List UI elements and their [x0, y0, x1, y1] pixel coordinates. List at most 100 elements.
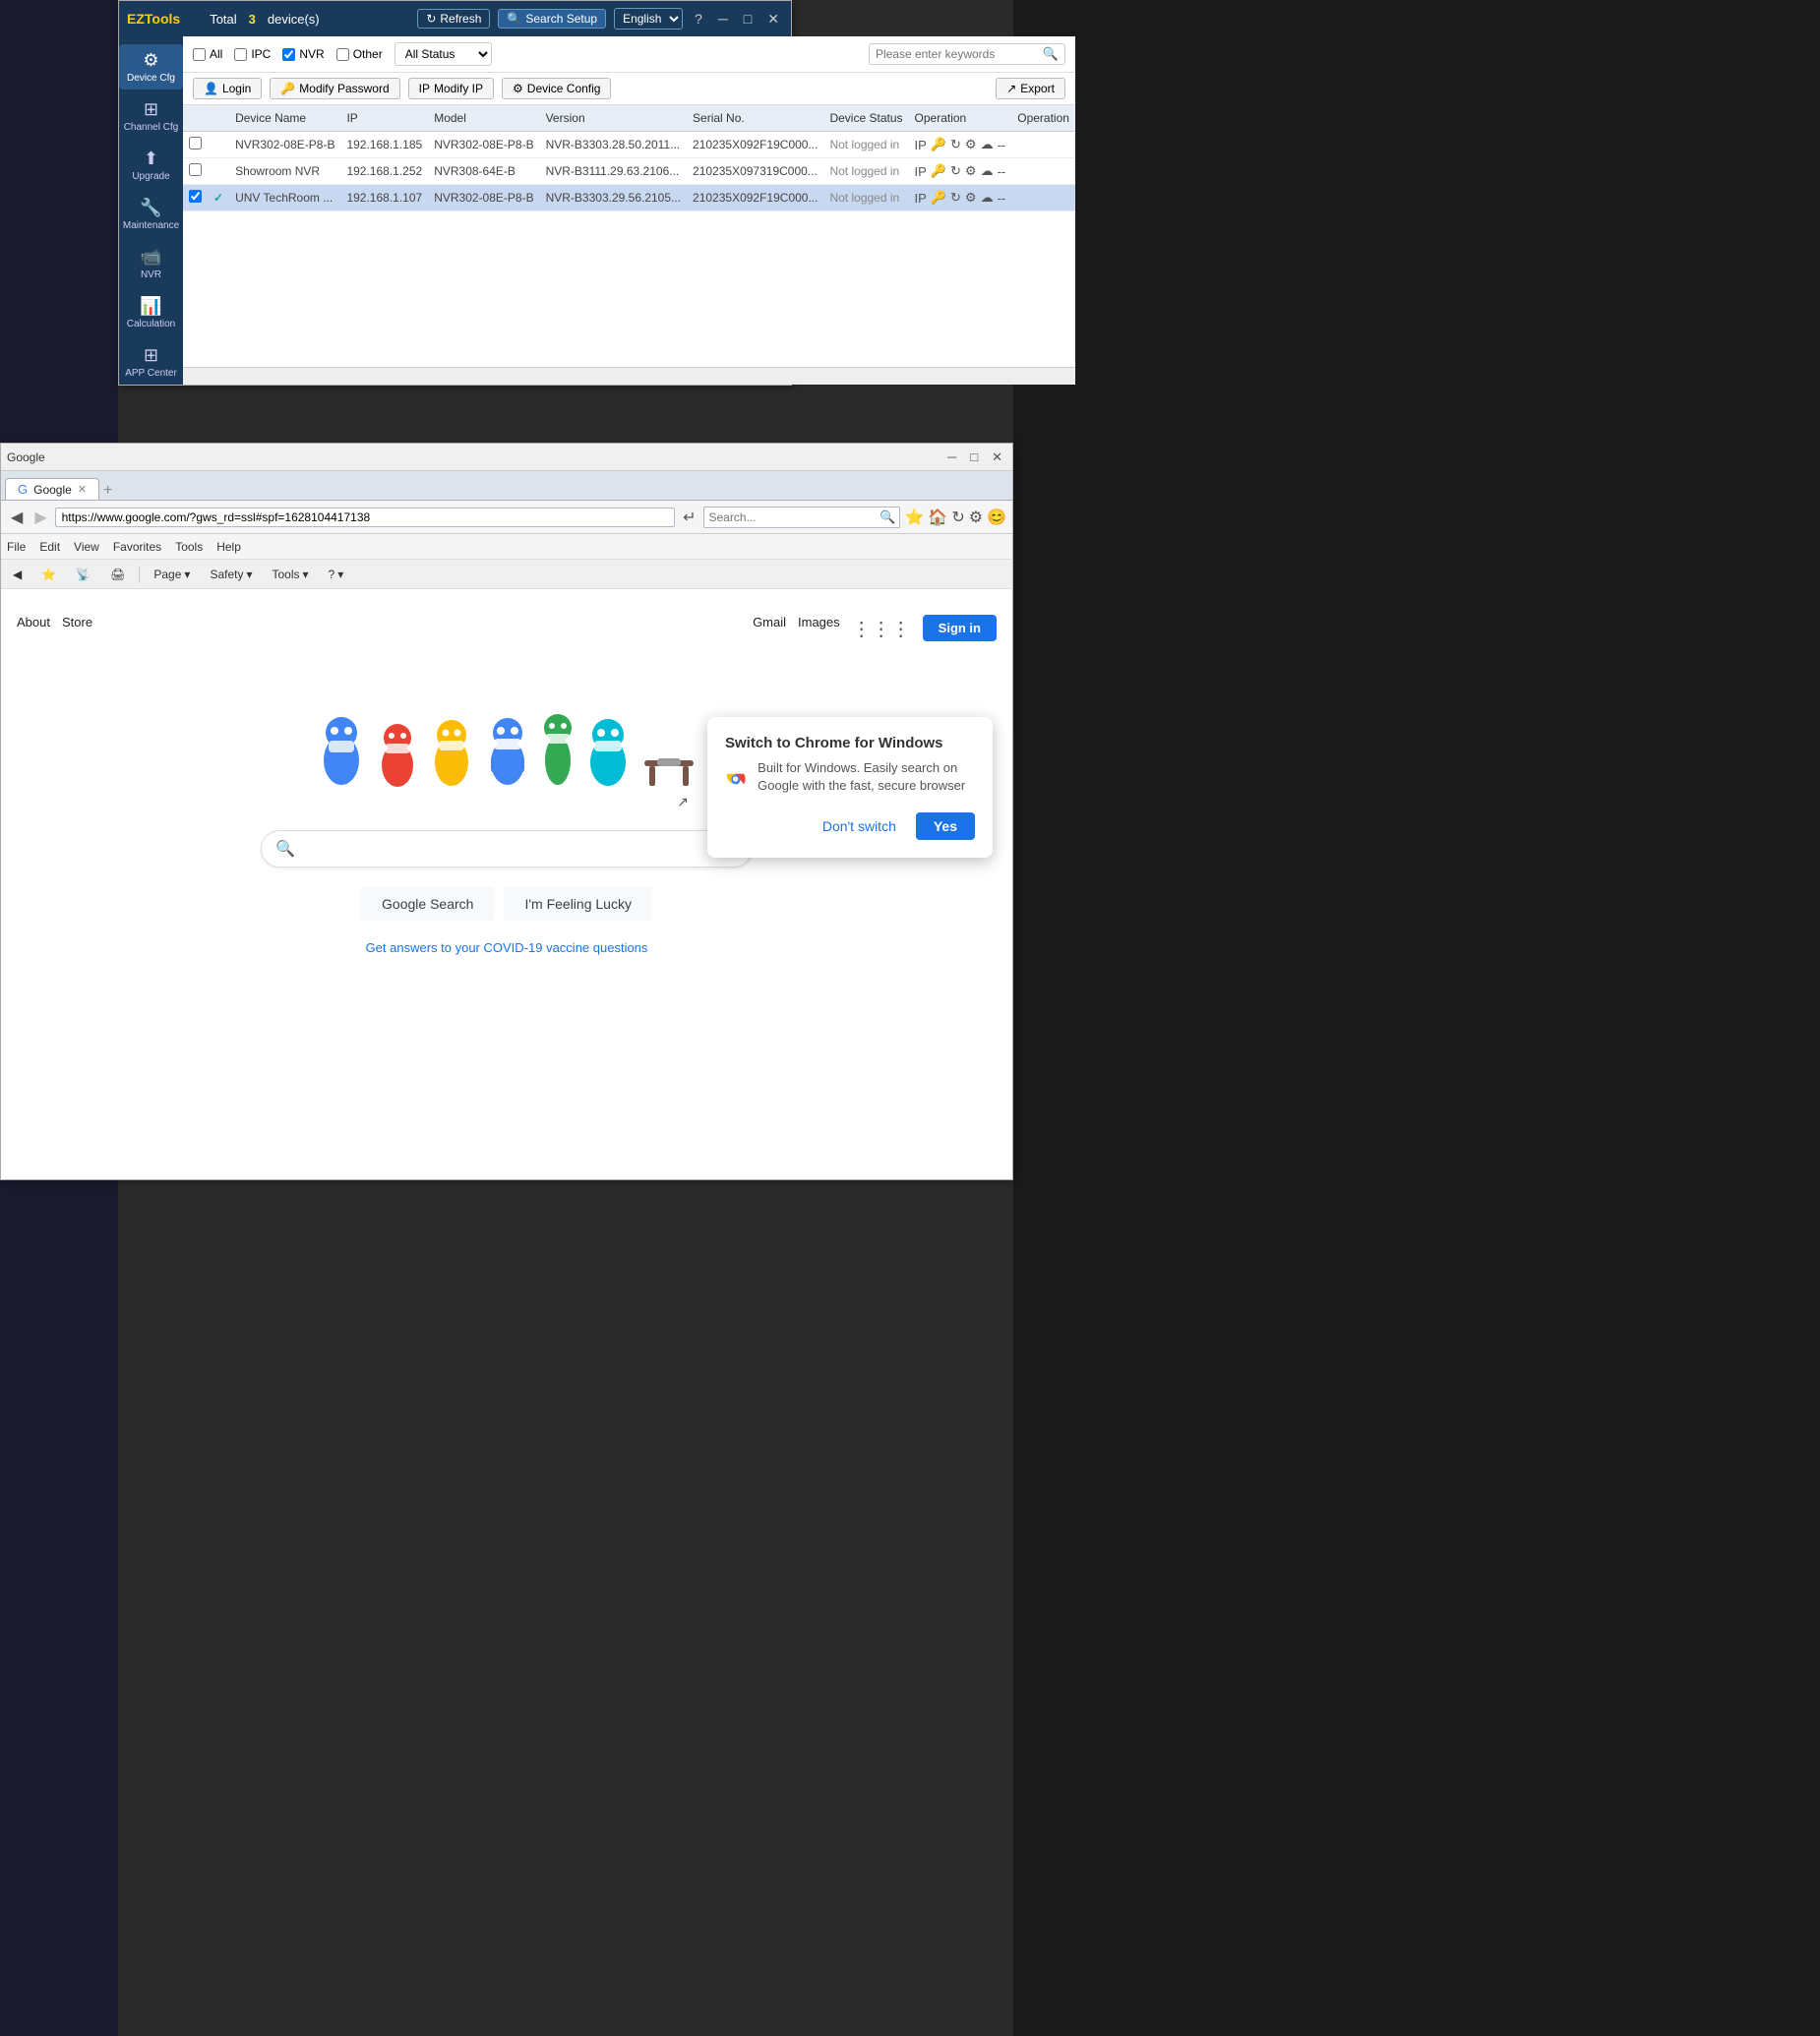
row3-checkbox[interactable]	[189, 190, 202, 203]
op1-key-icon[interactable]: 🔑	[931, 137, 946, 152]
google-search-input[interactable]	[295, 840, 738, 858]
browser-search-input[interactable]	[708, 510, 880, 524]
filter-other-checkbox[interactable]	[336, 48, 349, 61]
share-icon[interactable]: ↗	[677, 794, 689, 809]
toolbar-star-btn[interactable]: ⭐	[35, 566, 62, 583]
settings-button[interactable]: ⚙	[969, 508, 983, 527]
op1-refresh-icon[interactable]: ↻	[950, 137, 961, 152]
op3-ip-icon[interactable]: IP	[915, 191, 927, 206]
google-store-link[interactable]: Store	[62, 615, 92, 641]
row2-checkbox[interactable]	[189, 163, 202, 176]
filter-all-checkbox[interactable]	[193, 48, 206, 61]
tools-label: Tools	[273, 568, 300, 581]
toolbar-rss-btn[interactable]: 📡	[70, 566, 96, 583]
ie-close-button[interactable]: ✕	[988, 449, 1006, 466]
toolbar-print-btn[interactable]: 🖨	[104, 566, 131, 583]
google-images-link[interactable]: Images	[798, 615, 840, 641]
modify-ip-button[interactable]: IP Modify IP	[408, 78, 494, 99]
op3-key-icon[interactable]: 🔑	[931, 190, 946, 206]
feeling-lucky-button[interactable]: I'm Feeling Lucky	[504, 887, 652, 921]
ie-toolbar: ◀ ⭐ 📡 🖨 Page ▾ Safety ▾ Tools ▾ ? ▾	[1, 560, 1012, 589]
menu-favorites[interactable]: Favorites	[113, 540, 161, 554]
filter-ipc-checkbox[interactable]	[234, 48, 247, 61]
table-scrollbar-area[interactable]	[183, 367, 1075, 385]
export-button[interactable]: ↗ Export	[996, 78, 1065, 99]
favorites-button[interactable]: ⭐	[904, 508, 924, 527]
help-arrow-icon: ▾	[337, 568, 343, 581]
language-select[interactable]: English	[614, 8, 683, 30]
menu-edit[interactable]: Edit	[39, 540, 60, 554]
op1-more-icon[interactable]: --	[998, 138, 1006, 152]
op1-upload-icon[interactable]: ☁	[981, 137, 994, 152]
op2-refresh-icon[interactable]: ↻	[950, 163, 961, 179]
toolbar-help-btn[interactable]: ? ▾	[323, 566, 350, 583]
tab-close-icon[interactable]: ✕	[78, 483, 87, 496]
sidebar-item-app-center[interactable]: ⊞ APP Center	[119, 339, 183, 385]
go-button[interactable]: ↵	[679, 506, 699, 529]
op3-refresh-icon[interactable]: ↻	[950, 190, 961, 206]
toolbar-page-btn[interactable]: Page ▾	[148, 566, 196, 583]
filter-ipc[interactable]: IPC	[234, 47, 271, 61]
op3-upload-icon[interactable]: ☁	[981, 190, 994, 206]
menu-view[interactable]: View	[74, 540, 99, 554]
op1-ip-icon[interactable]: IP	[915, 138, 927, 152]
row1-checkbox[interactable]	[189, 137, 202, 150]
menu-help[interactable]: Help	[216, 540, 241, 554]
sidebar-item-channel-cfg[interactable]: ⊞ Channel Cfg	[119, 93, 183, 139]
new-tab-button[interactable]: +	[99, 482, 116, 500]
sidebar-item-calculation[interactable]: 📊 Calculation	[119, 290, 183, 335]
filter-nvr[interactable]: NVR	[282, 47, 324, 61]
home-button[interactable]: 🏠	[928, 508, 947, 527]
back-button[interactable]: ◀	[7, 506, 27, 529]
close-button[interactable]: ✕	[763, 9, 783, 30]
op1-config-icon[interactable]: ⚙	[965, 137, 977, 152]
sidebar-item-maintenance[interactable]: 🔧 Maintenance	[119, 192, 183, 237]
toolbar-tools-btn[interactable]: Tools ▾	[267, 566, 315, 583]
ie-maximize-button[interactable]: □	[966, 449, 982, 465]
device-config-button[interactable]: ⚙ Device Config	[502, 78, 611, 99]
filter-other[interactable]: Other	[336, 47, 383, 61]
op2-config-icon[interactable]: ⚙	[965, 163, 977, 179]
op3-config-icon[interactable]: ⚙	[965, 190, 977, 206]
maximize-button[interactable]: □	[740, 9, 756, 29]
search-setup-button[interactable]: 🔍 Search Setup	[498, 9, 606, 29]
help-button[interactable]: ?	[691, 9, 706, 29]
google-about-link[interactable]: About	[17, 615, 50, 641]
row-checkbox-cell[interactable]	[183, 132, 208, 158]
sidebar-item-nvr[interactable]: 📹 NVR	[119, 241, 183, 286]
forward-button[interactable]: ▶	[30, 506, 50, 529]
op3-more-icon[interactable]: --	[998, 191, 1006, 206]
google-apps-icon[interactable]: ⋮⋮⋮	[852, 617, 911, 641]
login-button[interactable]: 👤 Login	[193, 78, 262, 99]
ie-minimize-button[interactable]: ─	[943, 449, 960, 465]
toolbar-back-btn[interactable]: ◀	[7, 566, 28, 583]
filter-nvr-checkbox[interactable]	[282, 48, 295, 61]
op2-more-icon[interactable]: --	[998, 164, 1006, 179]
row-checkbox-cell[interactable]	[183, 185, 208, 211]
op2-upload-icon[interactable]: ☁	[981, 163, 994, 179]
ie-tab-google[interactable]: G Google ✕	[5, 478, 99, 500]
menu-tools[interactable]: Tools	[175, 540, 203, 554]
row-checkbox-cell[interactable]	[183, 158, 208, 185]
keyword-search-input[interactable]	[876, 47, 1043, 61]
yes-switch-button[interactable]: Yes	[916, 812, 975, 840]
refresh-addr-button[interactable]: ↻	[951, 508, 964, 527]
toolbar-safety-btn[interactable]: Safety ▾	[204, 566, 258, 583]
smiley-button[interactable]: 😊	[987, 508, 1006, 527]
sidebar-item-upgrade[interactable]: ⬆ Upgrade	[119, 143, 183, 188]
modify-password-button[interactable]: 🔑 Modify Password	[270, 78, 399, 99]
minimize-button[interactable]: ─	[714, 9, 732, 29]
google-gmail-link[interactable]: Gmail	[753, 615, 786, 641]
op2-key-icon[interactable]: 🔑	[931, 163, 946, 179]
google-signin-button[interactable]: Sign in	[923, 615, 997, 641]
sidebar-item-device-cfg[interactable]: ⚙ Device Cfg	[119, 44, 183, 90]
op2-ip-icon[interactable]: IP	[915, 164, 927, 179]
refresh-button[interactable]: ↻ Refresh	[417, 9, 490, 29]
address-input[interactable]	[55, 508, 675, 527]
filter-all[interactable]: All	[193, 47, 222, 61]
covid-link[interactable]: Get answers to your COVID-19 vaccine que…	[366, 940, 648, 955]
google-search-button[interactable]: Google Search	[361, 887, 494, 921]
dont-switch-button[interactable]: Don't switch	[813, 812, 906, 840]
menu-file[interactable]: File	[7, 540, 26, 554]
status-filter-select[interactable]: All Status	[394, 42, 492, 66]
